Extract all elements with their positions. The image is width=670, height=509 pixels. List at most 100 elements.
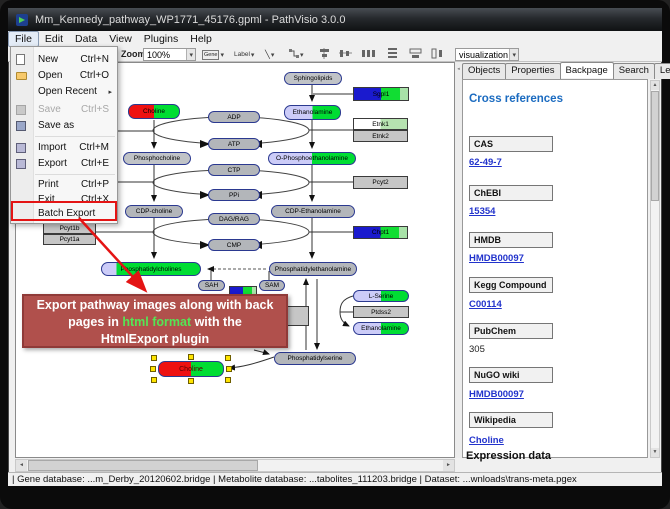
canvas-hscrollbar[interactable]: ◄ ► — [15, 459, 455, 472]
node-sgpl1[interactable]: Sgpl1 — [353, 87, 409, 101]
node-cdp-choline[interactable]: CDP-choline — [125, 205, 183, 218]
align-center-y-button[interactable] — [336, 48, 355, 61]
menu-item-shortcut: Ctrl+E — [81, 158, 109, 169]
menu-plugins[interactable]: Plugins — [138, 32, 184, 46]
chevron-down-icon[interactable]: ▾ — [186, 49, 195, 60]
menu-item-exit[interactable]: Exit Ctrl+X — [11, 192, 117, 207]
menu-item-open[interactable]: Open Ctrl+O — [11, 68, 117, 83]
selection-handle[interactable] — [150, 366, 156, 372]
distribute-horizontal-button[interactable] — [359, 48, 378, 61]
crossref-value-pubchem: 305 — [469, 344, 485, 355]
node-sphingolipids[interactable]: Sphingolipids — [284, 72, 342, 85]
scroll-up-icon[interactable]: ▲ — [651, 81, 659, 90]
chevron-down-icon[interactable]: ▾ — [300, 51, 304, 59]
crossref-link-kegg[interactable]: C00114 — [469, 299, 502, 310]
common-width-button[interactable] — [406, 48, 425, 61]
crossref-link-nugo[interactable]: HMDB00097 — [469, 389, 524, 400]
chevron-down-icon[interactable]: ▾ — [220, 51, 224, 59]
crossref-link-cas[interactable]: 62-49-7 — [469, 157, 502, 168]
node-pcyt2[interactable]: Pcyt2 — [353, 176, 408, 189]
scrollbar-thumb[interactable] — [28, 460, 258, 471]
visualization-combobox[interactable]: visualization ▾ — [455, 48, 519, 61]
node-ctp[interactable]: CTP — [208, 164, 260, 176]
node-pcyt1a[interactable]: Pcyt1a — [43, 234, 96, 245]
crossref-link-wikipedia[interactable]: Choline — [469, 435, 504, 446]
node-cdp-ethanolamine[interactable]: CDP-Ethanolamine — [271, 205, 355, 218]
menu-item-shortcut: Ctrl+S — [81, 104, 109, 115]
add-gene-button[interactable]: Gene ▾ — [199, 48, 227, 61]
chevron-down-icon[interactable]: ▾ — [251, 51, 255, 59]
menu-item-shortcut: Ctrl+X — [81, 194, 109, 205]
node-phosphatidylcholines[interactable]: Phosphatidylcholines — [101, 262, 201, 276]
node-atp[interactable]: ATP — [208, 138, 260, 150]
node-ppi[interactable]: PPi — [208, 189, 260, 201]
menu-help[interactable]: Help — [184, 32, 218, 46]
menu-data[interactable]: Data — [69, 32, 103, 46]
selection-handle[interactable] — [188, 378, 194, 384]
menu-item-print[interactable]: Print Ctrl+P — [11, 177, 117, 192]
add-label-button[interactable]: Label ▾ — [231, 48, 257, 61]
selection-handle[interactable] — [226, 366, 232, 372]
add-connector-button[interactable]: ▾ — [286, 48, 307, 61]
node-ethanolamine-bottom[interactable]: Ethanolamine — [353, 322, 409, 335]
scrollbar-thumb[interactable] — [651, 91, 659, 201]
tab-backpage[interactable]: Backpage — [560, 62, 614, 78]
node-choline-top[interactable]: Choline — [128, 104, 180, 119]
scroll-down-icon[interactable]: ▼ — [651, 448, 659, 457]
selection-handle[interactable] — [151, 377, 157, 383]
menu-item-import[interactable]: Import Ctrl+M — [11, 140, 117, 155]
selection-handle[interactable] — [225, 377, 231, 383]
node-cmp[interactable]: CMP — [208, 239, 260, 251]
menu-view[interactable]: View — [103, 32, 138, 46]
callout-line2: pages in html format with the — [24, 314, 286, 331]
chevron-down-icon[interactable]: ▾ — [509, 49, 518, 60]
node-l-serine[interactable]: L-Serine — [353, 290, 409, 302]
node-choline-selected[interactable]: Choline — [158, 361, 224, 377]
crossref-link-chebi[interactable]: 15354 — [469, 206, 495, 217]
node-ptdss2[interactable]: Ptdss2 — [353, 306, 409, 318]
tab-legend[interactable]: Legend — [654, 63, 670, 79]
connector-tool-icon — [289, 49, 299, 61]
common-height-button[interactable] — [428, 48, 447, 61]
scroll-right-icon[interactable]: ► — [443, 460, 454, 471]
chevron-down-icon[interactable]: ▾ — [271, 51, 275, 59]
menu-item-save-as[interactable]: Save as — [11, 118, 117, 133]
selected-node-group[interactable]: Choline — [158, 361, 224, 377]
menu-item-batch-export[interactable]: Batch Export — [11, 206, 117, 221]
tab-objects[interactable]: Objects — [462, 63, 506, 79]
menu-item-new[interactable]: New Ctrl+N — [11, 52, 117, 67]
node-dag[interactable]: DAG/RAG — [208, 213, 260, 225]
selection-handle[interactable] — [225, 355, 231, 361]
selection-handle[interactable] — [188, 354, 194, 360]
menu-file[interactable]: File — [8, 31, 39, 47]
node-o-phosphoethanolamine[interactable]: O-Phosphoethanolamine — [268, 152, 356, 165]
node-ethanolamine-top[interactable]: Ethanolamine — [284, 105, 341, 120]
node-etnk1[interactable]: Etnk1 — [353, 118, 408, 130]
node-pcyt1b[interactable]: Pcyt1b — [43, 223, 96, 234]
tab-properties[interactable]: Properties — [505, 63, 560, 79]
distribute-vertical-button[interactable] — [383, 48, 402, 61]
callout-highlight: html format — [122, 315, 191, 329]
node-phosphatidylserine[interactable]: Phosphatidylserine — [274, 352, 356, 365]
node-chpt1[interactable]: Chpt1 — [353, 226, 408, 239]
sidebar-scrollbar[interactable]: ▲ ▼ — [650, 80, 660, 458]
menu-item-open-recent[interactable]: Open Recent ▸ — [11, 84, 117, 99]
sidebar-splitter[interactable]: ◄ — [455, 62, 462, 458]
selection-handle[interactable] — [151, 355, 157, 361]
node-etnk2[interactable]: Etnk2 — [353, 130, 408, 142]
scroll-left-icon[interactable]: ◄ — [16, 460, 27, 471]
crossref-link-hmdb[interactable]: HMDB00097 — [469, 253, 524, 264]
align-center-x-button[interactable] — [315, 48, 334, 61]
node-sam[interactable]: SAM — [259, 280, 285, 291]
menu-edit[interactable]: Edit — [39, 32, 69, 46]
node-phosphocholine[interactable]: Phosphocholine — [123, 152, 191, 165]
node-adp[interactable]: ADP — [208, 111, 260, 123]
add-line-button[interactable]: ╲ ▾ — [262, 48, 277, 61]
menu-item-label: Save as — [38, 120, 74, 131]
node-sah[interactable]: SAH — [198, 280, 225, 291]
zoom-combobox[interactable]: 100% ▾ — [143, 48, 196, 61]
node-phosphatidylethanolamine[interactable]: Phosphatidylethanolamine — [269, 262, 357, 276]
tab-search[interactable]: Search — [613, 63, 655, 79]
menu-item-export[interactable]: Export Ctrl+E — [11, 156, 117, 171]
collapse-left-icon[interactable]: ◄ — [457, 66, 461, 71]
